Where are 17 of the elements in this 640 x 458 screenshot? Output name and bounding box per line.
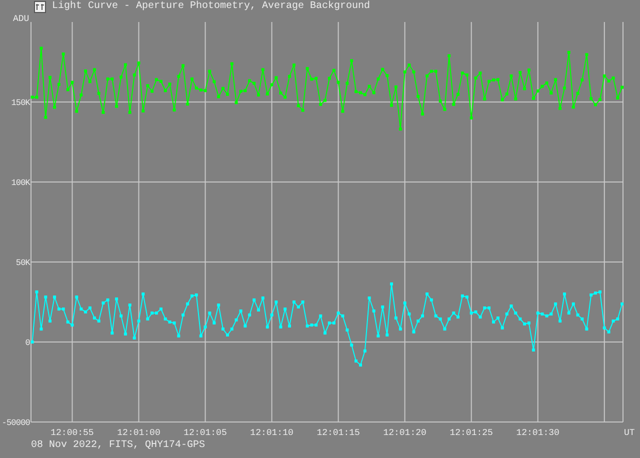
axis-label: 12:00:55 (50, 428, 94, 435)
axis-label: 12:01:00 (117, 428, 160, 435)
axis-label: 12:01:15 (316, 428, 360, 435)
axis-label: 12:01:05 (184, 428, 227, 435)
axis-label: 12:01:10 (250, 428, 294, 435)
window-title: Light Curve - Aperture Photometry, Average Background (52, 1, 370, 12)
axis-label: -50000 (2, 418, 30, 428)
axis-label: 150K (11, 98, 30, 108)
axis-label: 100K (11, 178, 30, 188)
status-text: 08 Nov 2022, FITS, QHY174-GPS (31, 440, 206, 450)
axis-label: 0 (25, 338, 30, 348)
axis-title: ADU (13, 14, 30, 24)
axis-title: UT (624, 428, 635, 435)
axis-label: 12:01:25 (450, 428, 493, 435)
axis-label: 12:01:20 (383, 428, 426, 435)
axis-label: 50K (16, 258, 30, 268)
axis-label: 12:01:30 (516, 428, 560, 435)
